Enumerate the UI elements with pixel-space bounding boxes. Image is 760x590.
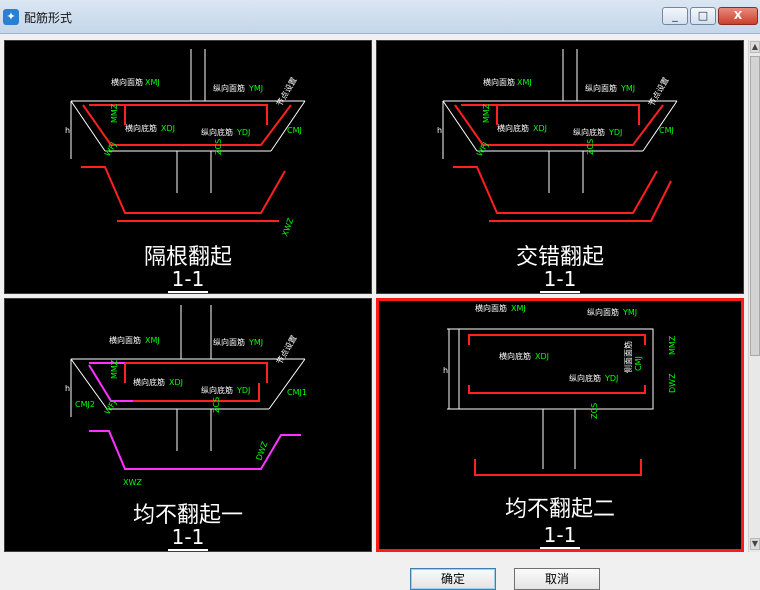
bottom-longitudinal-label: 纵向底筋 xyxy=(201,385,233,395)
zcs-label: ZCS xyxy=(590,403,599,419)
top-transverse-code: XMJ xyxy=(145,336,160,345)
bottom-transverse-label: 横向底筋 xyxy=(499,351,531,361)
top-transverse-code: XMJ xyxy=(145,78,160,87)
close-button[interactable]: X xyxy=(718,7,758,25)
zcs-label: ZCS xyxy=(214,139,223,155)
top-longitudinal-label: 纵向面筋 xyxy=(213,83,245,93)
top-transverse-label: 横向面筋 xyxy=(483,77,515,87)
top-transverse-code: XMJ xyxy=(517,78,532,87)
option-alternate-bend-up[interactable]: h 横向面筋 XMJ 纵向面筋 YMJ 横向底筋 XDJ 纵向底筋 YDJ CM… xyxy=(4,40,372,294)
xwz-label: XWZ xyxy=(280,216,295,237)
zcs-label: ZCS xyxy=(586,139,595,155)
h-label: h xyxy=(65,126,70,135)
top-longitudinal-code: YMJ xyxy=(248,338,263,347)
slope-label: 节点设置 xyxy=(274,75,299,108)
mmz-label: MMZ xyxy=(110,359,119,379)
bottom-transverse-label: 横向底筋 xyxy=(125,123,157,133)
top-longitudinal-label: 纵向面筋 xyxy=(585,83,617,93)
bottom-transverse-code: XDJ xyxy=(169,378,183,387)
bottom-longitudinal-code: YDJ xyxy=(236,386,250,395)
top-transverse-label: 横向面筋 xyxy=(109,335,141,345)
option-no-bend-two[interactable]: h 横向面筋 XMJ 纵向面筋 YMJ 横向底筋 XDJ 纵向底筋 YDJ 侧面… xyxy=(376,298,744,552)
cmj-label: CMJ xyxy=(287,126,302,135)
maximize-button[interactable]: □ xyxy=(690,7,716,25)
bottom-longitudinal-code: YDJ xyxy=(608,128,622,137)
dwz-label: DWZ xyxy=(668,373,677,393)
slope-label: 节点设置 xyxy=(274,333,299,366)
xwz-label: XWZ xyxy=(123,478,142,487)
ok-button[interactable]: 确定 xyxy=(410,568,496,590)
option-no-bend-one[interactable]: h 横向面筋 XMJ 纵向面筋 YMJ 横向底筋 XDJ 纵向底筋 YDJ CM… xyxy=(4,298,372,552)
top-transverse-code: XMJ xyxy=(511,304,526,313)
section-label: 1-1 xyxy=(5,267,371,293)
top-longitudinal-label: 纵向面筋 xyxy=(213,337,245,347)
top-transverse-label: 横向面筋 xyxy=(475,303,507,313)
scroll-thumb[interactable] xyxy=(750,56,760,356)
bottom-longitudinal-code: YDJ xyxy=(604,374,618,383)
window-title: 配筋形式 xyxy=(24,11,73,25)
bottom-longitudinal-code: YDJ xyxy=(236,128,250,137)
mmz-label: MMZ xyxy=(668,335,677,355)
option-staggered-bend-up[interactable]: h 横向面筋 XMJ 纵向面筋 YMJ 横向底筋 XDJ 纵向底筋 YDJ CM… xyxy=(376,40,744,294)
zcs-label: ZCS xyxy=(212,397,221,413)
bottom-transverse-label: 横向底筋 xyxy=(133,377,165,387)
bottom-transverse-label: 横向底筋 xyxy=(497,123,529,133)
mmz-label: MMZ xyxy=(482,103,491,123)
title-bar: ✦ 配筋形式 _ □ X xyxy=(0,0,760,34)
h-label: h xyxy=(443,366,448,375)
top-longitudinal-code: YMJ xyxy=(622,308,637,317)
wfj-label: WFJ xyxy=(103,141,118,158)
option-title: 均不翻起二 xyxy=(504,497,615,522)
scroll-down-icon[interactable]: ▼ xyxy=(750,538,760,550)
top-transverse-label: 横向面筋 xyxy=(111,77,143,87)
top-longitudinal-code: YMJ xyxy=(620,84,635,93)
cancel-button[interactable]: 取消 xyxy=(514,568,600,590)
section-label: 1-1 xyxy=(5,525,371,551)
bottom-transverse-code: XDJ xyxy=(533,124,547,133)
cmj-label: CMJ xyxy=(659,126,674,135)
section-label: 1-1 xyxy=(377,267,743,293)
cmj-label: CMJ xyxy=(634,356,643,371)
bottom-longitudinal-label: 纵向底筋 xyxy=(573,127,605,137)
slope-label: 节点设置 xyxy=(646,75,671,108)
h-label: h xyxy=(437,126,442,135)
minimize-button[interactable]: _ xyxy=(662,7,688,25)
scroll-up-icon[interactable]: ▲ xyxy=(750,41,760,53)
cmj1-label: CMJ1 xyxy=(287,388,307,397)
vertical-scrollbar[interactable]: ▲ ▼ xyxy=(748,40,760,552)
app-icon: ✦ xyxy=(3,9,19,25)
section-label: 1-1 xyxy=(379,523,741,549)
bottom-transverse-code: XDJ xyxy=(535,352,549,361)
wfj-label: WFJ xyxy=(475,141,490,158)
cmj2-label: CMJ2 xyxy=(75,400,95,409)
bottom-transverse-code: XDJ xyxy=(161,124,175,133)
mmz-label: MMZ xyxy=(110,103,119,123)
top-longitudinal-label: 纵向面筋 xyxy=(587,307,619,317)
top-longitudinal-code: YMJ xyxy=(248,84,263,93)
h-label: h xyxy=(65,384,70,393)
bottom-longitudinal-label: 纵向底筋 xyxy=(201,127,233,137)
side-bar-label: 侧面面筋 xyxy=(623,341,633,373)
bottom-longitudinal-label: 纵向底筋 xyxy=(569,373,601,383)
